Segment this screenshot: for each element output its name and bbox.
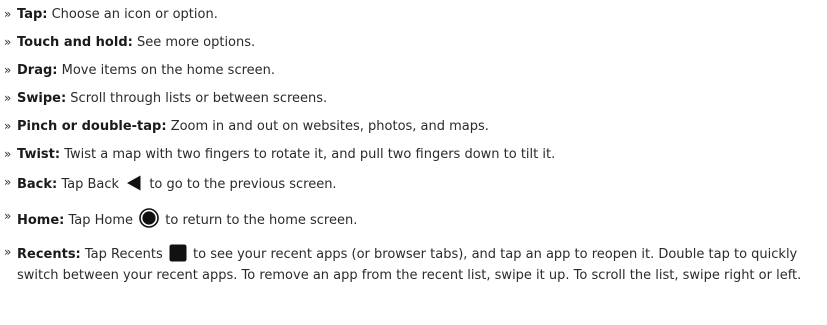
item-term: Recents: [17, 247, 81, 262]
item-term: Swipe: [17, 91, 67, 106]
list-item-recents: » Recents: Tap Recents to see your recen… [4, 244, 827, 284]
item-text: Twist a map with two fingers to rotate i… [60, 147, 556, 162]
bullet-glyph: » [4, 7, 12, 21]
item-text: See more options. [132, 35, 256, 50]
item-text-before: Tap Home [64, 213, 138, 228]
bullet-glyph: » [4, 147, 12, 161]
bullet-glyph: » [4, 91, 12, 105]
bullet-glyph: » [4, 209, 12, 223]
item-text: Move items on the home screen. [57, 63, 276, 78]
bullet-glyph: » [4, 35, 12, 49]
item-term: Back: [17, 177, 58, 192]
recents-square-icon [169, 244, 187, 267]
list-item-twist: » Twist: Twist a map with two fingers to… [4, 146, 827, 163]
item-text: Scroll through lists or between screens. [66, 91, 328, 106]
item-text-after: to return to the home screen. [161, 213, 358, 228]
item-text: Choose an icon or option. [47, 7, 218, 22]
list-item-touch-and-hold: » Touch and hold: See more options. [4, 34, 827, 51]
list-item-back: » Back: Tap Back to go to the previous s… [4, 174, 827, 197]
item-term: Home: [17, 213, 65, 228]
list-item-swipe: » Swipe: Scroll through lists or between… [4, 90, 827, 107]
item-text-after: to go to the previous screen. [145, 177, 337, 192]
item-term: Touch and hold: [17, 35, 133, 50]
item-term: Twist: [17, 147, 61, 162]
item-term: Pinch or double-tap: [17, 119, 167, 134]
bullet-glyph: » [4, 119, 12, 133]
item-text: Zoom in and out on websites, photos, and… [166, 119, 489, 134]
item-term: Drag: [17, 63, 58, 78]
item-text-before: Tap Back [57, 177, 124, 192]
item-text-before: Tap Recents [80, 247, 167, 262]
list-item-tap: » Tap: Choose an icon or option. [4, 6, 827, 23]
home-circle-icon [139, 208, 159, 233]
list-item-home: » Home: Tap Home to return to the home s… [4, 208, 827, 233]
gesture-list: » Tap: Choose an icon or option. » Touch… [0, 0, 827, 284]
list-item-pinch: » Pinch or double-tap: Zoom in and out o… [4, 118, 827, 135]
item-term: Tap: [17, 7, 48, 22]
bullet-glyph: » [4, 175, 12, 189]
bullet-glyph: » [4, 245, 12, 259]
bullet-glyph: » [4, 63, 12, 77]
list-item-drag: » Drag: Move items on the home screen. [4, 62, 827, 79]
back-triangle-icon [125, 174, 143, 197]
